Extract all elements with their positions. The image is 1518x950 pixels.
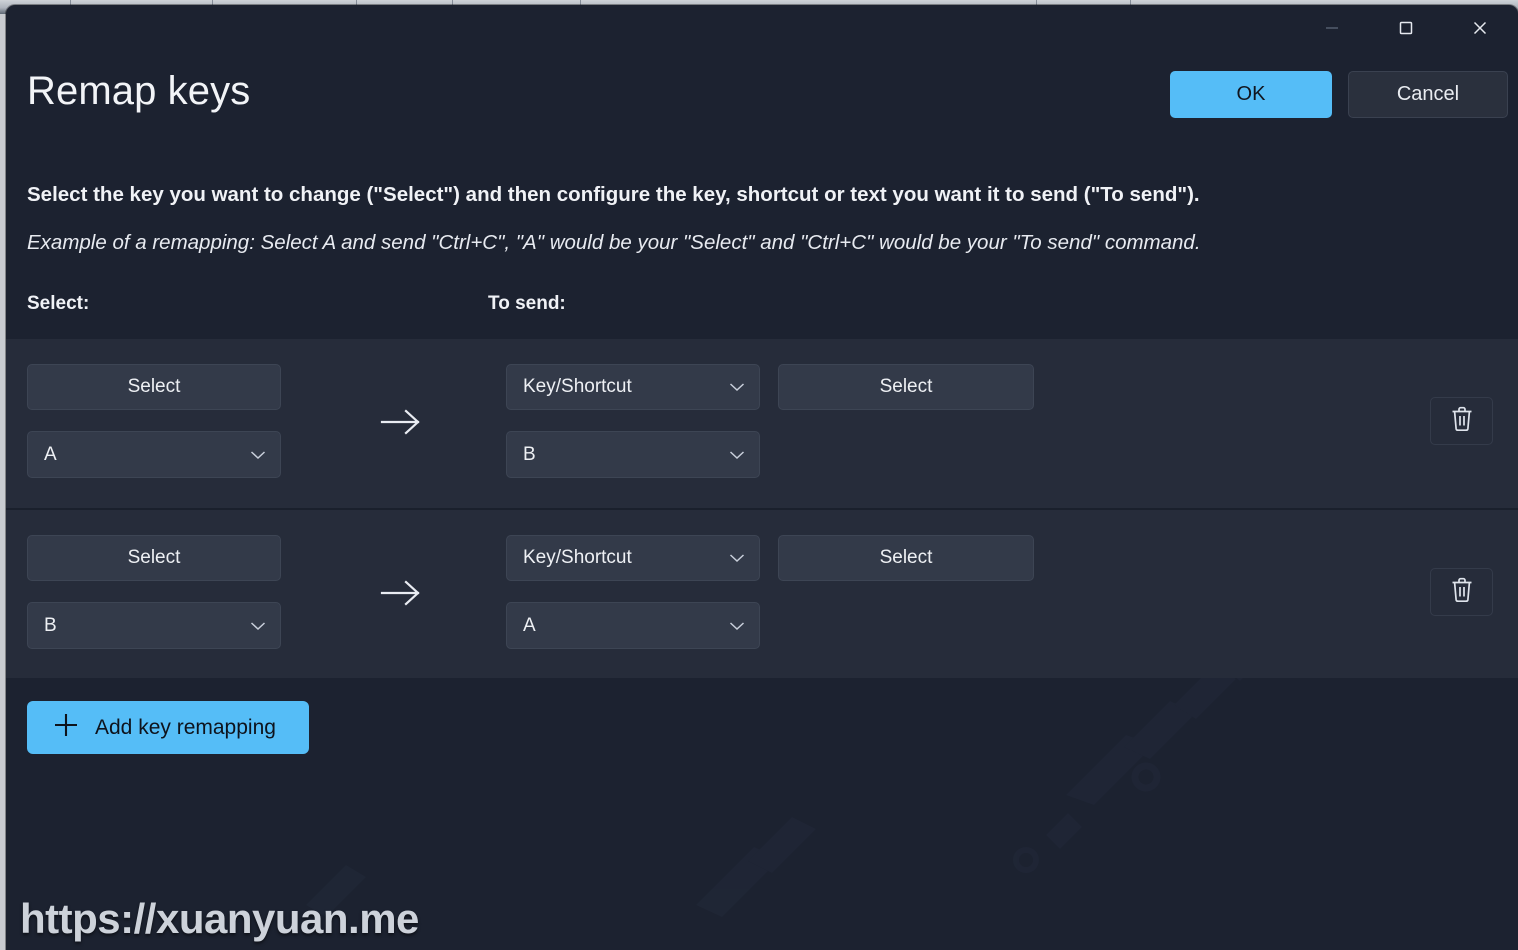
- remap-keys-dialog: Remap keys OK Cancel Select the key you …: [6, 5, 1518, 950]
- title-bar: [6, 5, 1518, 53]
- target-key-dropdown[interactable]: B: [506, 431, 760, 478]
- trash-icon: [1449, 405, 1475, 438]
- chevron-down-icon: [729, 547, 745, 569]
- remapping-row: Select B Key/Shortcut Select A: [6, 508, 1518, 677]
- chevron-down-icon: [729, 615, 745, 637]
- chevron-down-icon: [250, 615, 266, 637]
- instruction-primary: Select the key you want to change ("Sele…: [27, 183, 1200, 206]
- minimize-icon: [1324, 20, 1340, 36]
- target-type-dropdown[interactable]: Key/Shortcut: [506, 364, 760, 410]
- target-key-dropdown[interactable]: A: [506, 602, 760, 649]
- site-watermark: https://xuanyuan.me: [20, 895, 419, 942]
- source-key-value: B: [44, 614, 57, 636]
- source-key-dropdown[interactable]: A: [27, 431, 281, 478]
- minimize-button[interactable]: [1309, 5, 1355, 51]
- maximize-button[interactable]: [1383, 5, 1429, 51]
- target-type-dropdown[interactable]: Key/Shortcut: [506, 535, 760, 581]
- ok-button[interactable]: OK: [1170, 71, 1332, 118]
- target-type-value: Key/Shortcut: [523, 376, 632, 397]
- maps-to-arrow-icon: [380, 405, 424, 439]
- target-key-value: A: [523, 614, 536, 636]
- chevron-down-icon: [250, 444, 266, 466]
- add-key-remapping-label: Add key remapping: [95, 715, 276, 739]
- column-header-select: Select:: [27, 293, 90, 314]
- trash-icon: [1449, 576, 1475, 609]
- page-title: Remap keys: [27, 69, 251, 113]
- select-target-key-button[interactable]: Select: [778, 535, 1034, 581]
- add-key-remapping-button[interactable]: Add key remapping: [27, 701, 309, 754]
- maximize-icon: [1398, 20, 1414, 36]
- chevron-down-icon: [729, 444, 745, 466]
- maps-to-arrow-icon: [380, 576, 424, 610]
- plus-icon: [53, 712, 79, 744]
- column-header-to-send: To send:: [488, 293, 566, 314]
- select-target-key-button[interactable]: Select: [778, 364, 1034, 410]
- select-source-key-button[interactable]: Select: [27, 535, 281, 581]
- delete-remapping-button[interactable]: [1430, 397, 1493, 445]
- select-source-key-button[interactable]: Select: [27, 364, 281, 410]
- remapping-rows-panel: Select A Key/Shortcut Select B Select B …: [6, 339, 1518, 678]
- source-key-value: A: [44, 443, 57, 465]
- delete-remapping-button[interactable]: [1430, 568, 1493, 616]
- close-button[interactable]: [1457, 5, 1503, 51]
- target-type-value: Key/Shortcut: [523, 547, 632, 568]
- remapping-row: Select A Key/Shortcut Select B: [6, 339, 1518, 508]
- chevron-down-icon: [729, 376, 745, 398]
- source-key-dropdown[interactable]: B: [27, 602, 281, 649]
- instruction-example: Example of a remapping: Select A and sen…: [27, 231, 1201, 254]
- cancel-button[interactable]: Cancel: [1348, 71, 1508, 118]
- close-icon: [1471, 19, 1489, 37]
- target-key-value: B: [523, 443, 536, 465]
